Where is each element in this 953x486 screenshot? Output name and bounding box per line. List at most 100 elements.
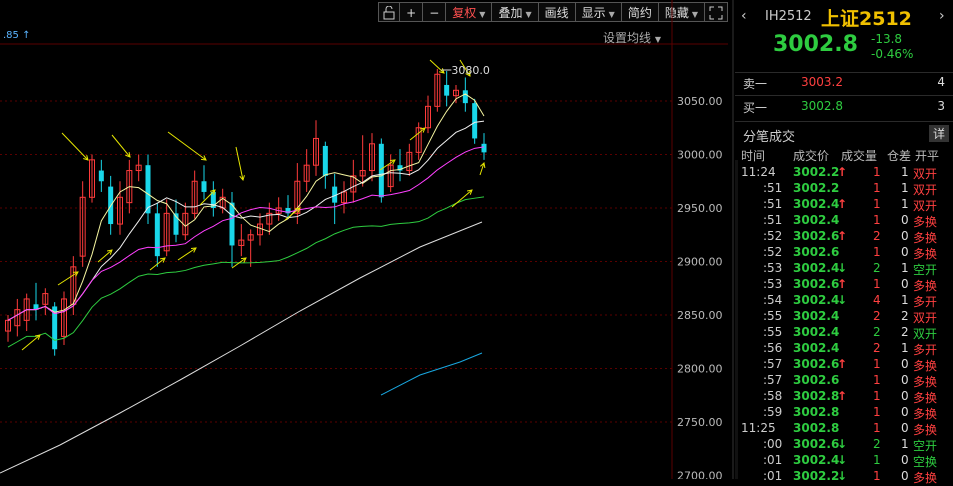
tick-time: :53 bbox=[763, 261, 783, 275]
signal-arrow bbox=[97, 249, 113, 263]
tick-type: 空开 bbox=[913, 439, 938, 453]
candle-body bbox=[98, 170, 104, 182]
tick-row: :51 3002.4 1 0 多换 bbox=[735, 213, 953, 229]
tick-row: :57 3002.6 ↑ 1 0 多换 bbox=[735, 357, 953, 373]
tick-time: 11:25 bbox=[741, 421, 776, 435]
candle-body bbox=[481, 143, 487, 153]
tick-oi: 0 bbox=[901, 389, 909, 403]
tick-price: 3002.6 bbox=[793, 277, 840, 291]
arrow-up-icon: ↑ bbox=[837, 229, 848, 243]
tick-volume: 1 bbox=[873, 197, 881, 211]
tick-price: 3002.6 bbox=[793, 437, 840, 451]
tick-price: 3002.8 bbox=[793, 389, 840, 403]
tick-price: 3002.2 bbox=[793, 165, 840, 179]
tick-row: :51 3002.2 1 1 双开 bbox=[735, 181, 953, 197]
last-price: 3002.8 bbox=[773, 32, 858, 57]
tick-price: 3002.4 bbox=[793, 213, 840, 227]
tick-price: 3002.4 bbox=[793, 453, 840, 467]
tick-time: :51 bbox=[763, 213, 783, 227]
tick-price: 3002.6 bbox=[793, 373, 840, 387]
tick-time: :57 bbox=[763, 373, 783, 387]
tick-time: :55 bbox=[763, 325, 783, 339]
tick-time: :01 bbox=[763, 453, 783, 467]
tick-row: :56 3002.4 2 1 多开 bbox=[735, 341, 953, 357]
tick-oi: 0 bbox=[901, 277, 909, 291]
tick-oi: 0 bbox=[901, 469, 909, 483]
contract-code: IH2512 bbox=[765, 9, 812, 24]
tick-price: 3002.8 bbox=[793, 421, 840, 435]
tick-header: 时间 成交价 成交量 仓差 开平 bbox=[735, 147, 953, 163]
tick-type: 多换 bbox=[913, 247, 938, 261]
tick-row: :51 3002.4 ↑ 1 1 双开 bbox=[735, 197, 953, 213]
tick-row: :53 3002.4 ↓ 2 1 空开 bbox=[735, 261, 953, 277]
tick-type: 多开 bbox=[913, 295, 938, 309]
tick-title: 分笔成交 bbox=[743, 130, 796, 145]
tick-type: 多换 bbox=[913, 423, 938, 437]
tick-type: 双开 bbox=[913, 327, 938, 341]
kline-chart-area[interactable]: + − 复权 ▼ 叠加 ▼ 画线 显示 ▼ 简约 隐藏 ▼ .85 ↑ 设置均线 ▼ 3… bbox=[0, 0, 728, 479]
tick-time: :51 bbox=[763, 197, 783, 211]
tick-row: :54 3002.4 ↓ 4 1 多开 bbox=[735, 293, 953, 309]
scrollbar[interactable] bbox=[735, 160, 738, 479]
col-time: 时间 bbox=[741, 149, 766, 163]
tick-volume: 1 bbox=[873, 373, 881, 387]
col-type: 开平 bbox=[915, 149, 940, 163]
tick-oi: 0 bbox=[901, 453, 909, 467]
panel-divider[interactable] bbox=[732, 0, 734, 479]
arrow-up-icon: ↑ bbox=[837, 197, 848, 211]
tick-time: :52 bbox=[763, 229, 783, 243]
tick-row: :52 3002.6 ↑ 2 0 多换 bbox=[735, 229, 953, 245]
arrow-up-icon: ↑ bbox=[837, 277, 848, 291]
ask-price: 3003.2 bbox=[801, 75, 843, 89]
ma60-line bbox=[0, 221, 483, 474]
col-price: 成交价 bbox=[793, 149, 830, 163]
contract-name: 上证2512 bbox=[821, 8, 912, 30]
candle-body bbox=[378, 143, 384, 198]
tick-time: :57 bbox=[763, 357, 783, 371]
chevron-left-icon[interactable]: ‹ bbox=[741, 8, 747, 24]
ma5-line bbox=[7, 93, 485, 321]
tick-oi: 1 bbox=[901, 165, 909, 179]
tick-oi: 2 bbox=[901, 309, 909, 323]
y-tick-label: 2700.00 bbox=[677, 470, 723, 480]
tick-volume: 2 bbox=[873, 341, 881, 355]
tick-time: :53 bbox=[763, 277, 783, 291]
y-tick-label: 2800.00 bbox=[677, 363, 723, 376]
tick-row: :59 3002.8 1 0 多换 bbox=[735, 405, 953, 421]
kline-svg: 3050.00 3000.00 2950.00 2900.00 2850.00 2800.… bbox=[0, 0, 728, 479]
tick-time: :01 bbox=[763, 469, 783, 483]
tick-oi: 0 bbox=[901, 357, 909, 371]
tick-price: 3002.4 bbox=[793, 197, 840, 211]
arrow-up-icon: ↑ bbox=[837, 165, 848, 179]
tick-oi: 0 bbox=[901, 421, 909, 435]
tick-time: :56 bbox=[763, 341, 783, 355]
tick-type: 双开 bbox=[913, 167, 938, 181]
arrow-up-icon: ↑ bbox=[837, 357, 848, 371]
tick-type: 多换 bbox=[913, 279, 938, 293]
candle-body bbox=[201, 181, 207, 192]
tick-volume: 1 bbox=[873, 181, 881, 195]
tick-time: :54 bbox=[763, 293, 783, 307]
tick-volume: 2 bbox=[873, 229, 881, 243]
tick-type: 空开 bbox=[913, 263, 938, 277]
tick-price: 3002.4 bbox=[793, 341, 840, 355]
col-volume: 成交量 bbox=[841, 149, 878, 163]
tick-time: :59 bbox=[763, 405, 783, 419]
tick-type: 多换 bbox=[913, 471, 938, 485]
candle-body bbox=[322, 145, 328, 176]
detail-button[interactable]: 详 bbox=[928, 125, 949, 142]
tick-type: 多换 bbox=[913, 391, 938, 405]
tick-price: 3002.2 bbox=[793, 181, 840, 195]
tick-volume: 1 bbox=[873, 421, 881, 435]
tick-price: 3002.4 bbox=[793, 261, 840, 275]
divider-line bbox=[735, 121, 953, 122]
tick-type: 双开 bbox=[913, 199, 938, 213]
tick-oi: 1 bbox=[901, 197, 909, 211]
tick-volume: 1 bbox=[873, 245, 881, 259]
chevron-right-icon[interactable]: › bbox=[939, 8, 945, 24]
divider-line bbox=[735, 72, 953, 73]
candle-body bbox=[154, 213, 160, 257]
tick-volume: 1 bbox=[873, 165, 881, 179]
tick-oi: 0 bbox=[901, 373, 909, 387]
tick-oi: 1 bbox=[901, 261, 909, 275]
